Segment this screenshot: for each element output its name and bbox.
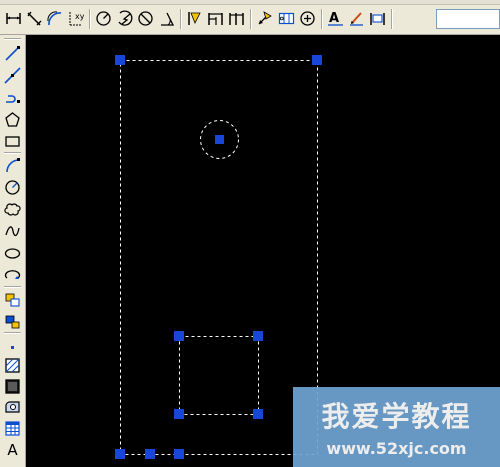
selected-inner-rectangle[interactable] bbox=[179, 336, 259, 415]
dimension-style-combo[interactable] bbox=[436, 9, 500, 29]
revision-cloud-icon[interactable] bbox=[2, 199, 23, 219]
make-block-icon[interactable] bbox=[2, 311, 23, 331]
dimension-edit-icon[interactable]: A bbox=[326, 9, 345, 28]
grip-handle[interactable] bbox=[174, 449, 184, 459]
grip-handle[interactable] bbox=[115, 55, 125, 65]
grip-handle[interactable] bbox=[174, 331, 184, 341]
point-icon[interactable] bbox=[2, 335, 23, 355]
toolbar-separator bbox=[4, 332, 21, 334]
arc-length-icon[interactable] bbox=[45, 9, 64, 28]
grip-handle[interactable] bbox=[312, 55, 322, 65]
gradient-icon[interactable] bbox=[2, 376, 23, 396]
watermark-title: 我爱学教程 bbox=[321, 400, 472, 433]
watermark-logo: 我爱学教程 www.52xjc.com bbox=[293, 387, 500, 467]
arc-icon[interactable] bbox=[2, 155, 23, 175]
selected-outer-rectangle[interactable] bbox=[120, 60, 318, 455]
polyline-icon[interactable] bbox=[2, 87, 23, 107]
ordinate-dimension-icon[interactable]: xy bbox=[66, 9, 85, 28]
hatch-icon[interactable] bbox=[2, 355, 23, 375]
grip-handle[interactable] bbox=[253, 331, 263, 341]
ellipse-arc-icon[interactable] bbox=[2, 265, 23, 285]
quick-leader-icon[interactable] bbox=[255, 9, 274, 28]
menu-strip-edge bbox=[0, 0, 500, 5]
toolbar-separator bbox=[250, 9, 252, 29]
dimension-update-icon[interactable] bbox=[368, 9, 387, 28]
toolbar-separator bbox=[321, 9, 323, 29]
mtext-label: A bbox=[7, 440, 18, 459]
table-icon[interactable] bbox=[2, 418, 23, 438]
grip-handle[interactable] bbox=[145, 449, 155, 459]
spline-icon[interactable] bbox=[2, 221, 23, 241]
line-icon[interactable] bbox=[2, 43, 23, 63]
continue-dimension-icon[interactable] bbox=[227, 9, 246, 28]
svg-text:A: A bbox=[329, 11, 339, 26]
svg-text:xy: xy bbox=[75, 12, 84, 21]
diameter-dimension-icon[interactable] bbox=[136, 9, 155, 28]
toolbar-separator bbox=[180, 9, 182, 29]
circle-icon[interactable] bbox=[2, 177, 23, 197]
polygon-icon[interactable] bbox=[2, 109, 23, 129]
radius-dimension-icon[interactable] bbox=[94, 9, 113, 28]
mtext-icon[interactable]: A bbox=[2, 440, 23, 460]
tolerance-icon[interactable] bbox=[277, 9, 296, 28]
grip-handle[interactable] bbox=[174, 409, 184, 419]
linear-dimension-icon[interactable] bbox=[4, 9, 23, 28]
grip-handle[interactable] bbox=[215, 135, 224, 144]
dimension-toolbar: xy A bbox=[0, 0, 500, 35]
toolbar-grip bbox=[4, 38, 21, 40]
rectangle-icon[interactable] bbox=[2, 131, 23, 151]
jogged-dimension-icon[interactable] bbox=[115, 9, 134, 28]
region-icon[interactable] bbox=[2, 397, 23, 417]
grip-handle[interactable] bbox=[115, 449, 125, 459]
angular-dimension-icon[interactable] bbox=[157, 9, 176, 28]
draw-toolbar: A bbox=[0, 35, 26, 467]
insert-block-icon[interactable] bbox=[2, 289, 23, 309]
toolbar-separator bbox=[89, 9, 91, 29]
center-mark-icon[interactable] bbox=[298, 9, 317, 28]
watermark-url: www.52xjc.com bbox=[326, 439, 467, 458]
construction-line-icon[interactable] bbox=[2, 65, 23, 85]
toolbar-separator bbox=[4, 286, 21, 288]
ellipse-icon[interactable] bbox=[2, 243, 23, 263]
aligned-dimension-icon[interactable] bbox=[25, 9, 44, 28]
toolbar-separator bbox=[391, 9, 393, 29]
toolbar-separator bbox=[4, 152, 21, 154]
baseline-dimension-icon[interactable] bbox=[206, 9, 225, 28]
quick-dimension-icon[interactable] bbox=[185, 9, 204, 28]
dimension-text-edit-icon[interactable] bbox=[347, 9, 366, 28]
grip-handle[interactable] bbox=[253, 409, 263, 419]
